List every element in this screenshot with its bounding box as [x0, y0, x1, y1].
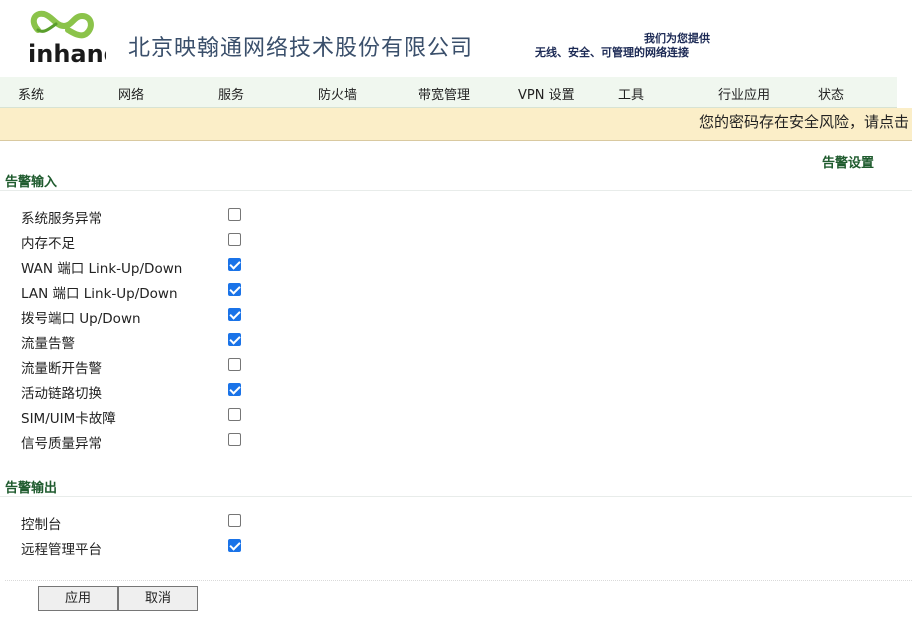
- alarm-input-label: SIM/UIM卡故障: [21, 411, 116, 427]
- nav-item-status[interactable]: 状态: [818, 84, 844, 103]
- alarm-input-checkbox[interactable]: [228, 308, 241, 321]
- alarm-input-checkbox[interactable]: [228, 233, 241, 246]
- alarm-input-title: 告警输入: [5, 175, 58, 190]
- alarm-input-label: 流量断开告警: [21, 361, 102, 377]
- alarm-output-checkbox[interactable]: [228, 539, 241, 552]
- logo-text: inhand: [28, 40, 106, 68]
- alarm-input-checkbox[interactable]: [228, 358, 241, 371]
- nav-item-tools[interactable]: 工具: [618, 84, 644, 103]
- alarm-output-label: 远程管理平台: [21, 542, 102, 558]
- main-nav: 系统 网络 服务 防火墙 带宽管理 VPN 设置 工具 行业应用 状态: [0, 77, 897, 108]
- alarm-input-checkbox[interactable]: [228, 333, 241, 346]
- alarm-input-header: 告警输入: [0, 170, 912, 191]
- header: inhand 北京映翰通网络技术股份有限公司 我们为您提供 无线、安全、可管理的…: [0, 0, 912, 76]
- page-title: 告警设置: [822, 156, 875, 171]
- nav-item-firewall[interactable]: 防火墙: [318, 84, 357, 103]
- alarm-input-checkbox[interactable]: [228, 408, 241, 421]
- alarm-input-label: 活动链路切换: [21, 386, 102, 402]
- alarm-input-label: 信号质量异常: [21, 436, 102, 452]
- alarm-input-checkbox[interactable]: [228, 208, 241, 221]
- nav-item-services[interactable]: 服务: [218, 84, 244, 103]
- password-warning-bar: 您的密码存在安全风险，请点击: [0, 108, 912, 141]
- password-warning-text[interactable]: 您的密码存在安全风险，请点击: [699, 111, 909, 132]
- alarm-output-header: 告警输出: [0, 476, 912, 497]
- alarm-input-label: 拨号端口 Up/Down: [21, 311, 141, 327]
- alarm-input-label: LAN 端口 Link-Up/Down: [21, 286, 178, 302]
- form-divider: [5, 580, 912, 581]
- inhand-logo-icon: inhand: [28, 10, 106, 68]
- apply-button[interactable]: 应用: [38, 586, 118, 611]
- alarm-input-label: WAN 端口 Link-Up/Down: [21, 261, 183, 277]
- alarm-output-label: 控制台: [21, 517, 62, 533]
- alarm-input-label: 流量告警: [21, 336, 75, 352]
- alarm-output-title: 告警输出: [5, 481, 58, 496]
- alarm-output-checkbox[interactable]: [228, 514, 241, 527]
- nav-item-system[interactable]: 系统: [18, 84, 44, 103]
- alarm-input-label: 内存不足: [21, 236, 75, 252]
- nav-item-network[interactable]: 网络: [118, 84, 144, 103]
- alarm-input-checkbox[interactable]: [228, 258, 241, 271]
- cancel-button[interactable]: 取消: [118, 586, 198, 611]
- alarm-input-checkbox[interactable]: [228, 383, 241, 396]
- nav-item-vpn[interactable]: VPN 设置: [518, 84, 575, 103]
- nav-item-bandwidth[interactable]: 带宽管理: [418, 84, 470, 103]
- alarm-input-checkbox[interactable]: [228, 433, 241, 446]
- slogan-line2: 无线、安全、可管理的网络连接: [535, 46, 689, 59]
- alarm-input-checkbox[interactable]: [228, 283, 241, 296]
- company-name: 北京映翰通网络技术股份有限公司: [128, 36, 474, 61]
- nav-item-industry[interactable]: 行业应用: [718, 84, 770, 103]
- alarm-input-label: 系统服务异常: [21, 211, 102, 227]
